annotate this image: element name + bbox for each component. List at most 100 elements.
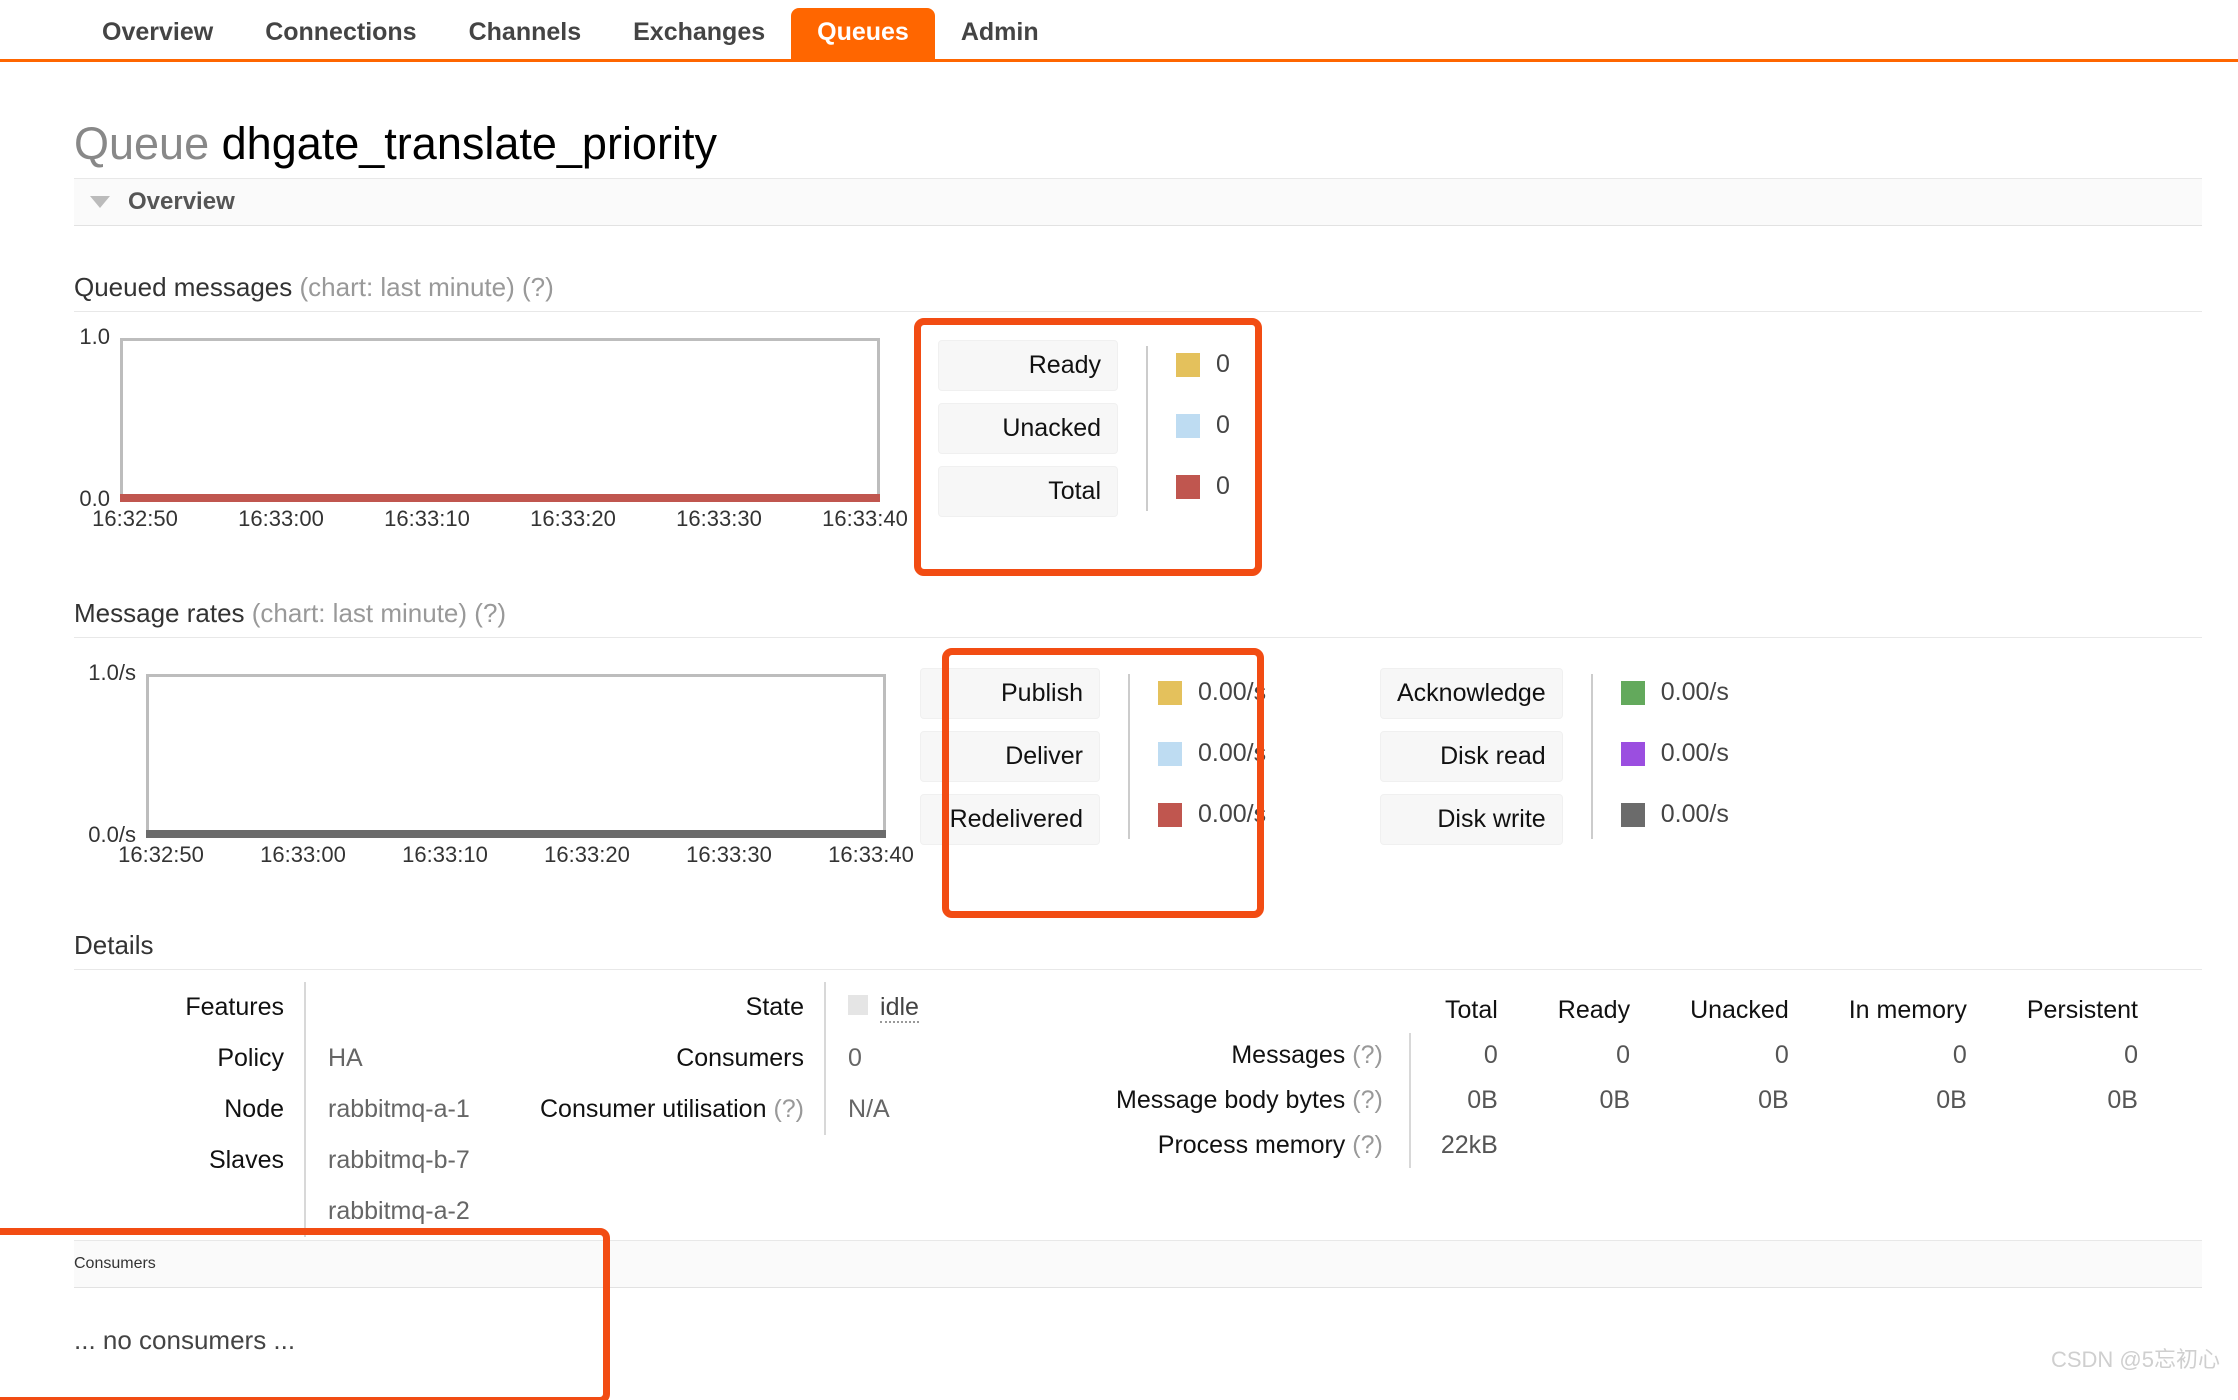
legend-value-acknowledge: 0.00/s — [1620, 668, 1729, 717]
legend-label-ready[interactable]: Ready — [938, 340, 1118, 391]
legend-divider — [1590, 674, 1593, 839]
stats-column-header: Total — [1444, 996, 1498, 1024]
nav-tab-overview[interactable]: Overview — [76, 8, 239, 59]
legend-label-unacked[interactable]: Unacked — [938, 403, 1118, 454]
legend-label-acknowledge[interactable]: Acknowledge — [1380, 668, 1563, 719]
message-rates-note: (chart: last minute) — [251, 598, 468, 628]
legend-label-disk-read[interactable]: Disk read — [1380, 731, 1563, 782]
legend-value-text: 0 — [1216, 350, 1230, 378]
legend-value-text: 0.00/s — [1198, 800, 1267, 828]
page-root: Overview Connections Channels Exchanges Queu… — [0, 0, 2238, 1400]
legend-value-disk-read: 0.00/s — [1620, 729, 1729, 778]
legend-value-text: 0.00/s — [1198, 739, 1267, 767]
queued-messages-heading: Queued messages (chart: last minute) (?) — [74, 272, 2202, 312]
consumer-utilisation-help-icon[interactable]: (?) — [773, 1095, 804, 1123]
x-tick-label: 16:32:50 — [118, 842, 204, 867]
message-rates-legend-right: Acknowledge Disk read Disk write 0.00/s 0.0… — [1380, 668, 1729, 845]
legend-divider — [1146, 346, 1148, 511]
stats-table-body: Messages (?) 0 0 0 0 0 Message body bytes (?) 0… — [1086, 1033, 2168, 1168]
message-rates-title: Message rates — [74, 598, 245, 628]
legend-value-ready: 0 — [1176, 340, 1230, 389]
nav-tab-exchanges[interactable]: Exchanges — [607, 8, 791, 59]
stats-column-header: Ready — [1557, 996, 1631, 1024]
details-value-node: rabbitmq-a-1 — [328, 1095, 470, 1123]
page-title-prefix: Queue — [74, 118, 210, 170]
stats-cell: 0B — [1936, 1086, 1967, 1114]
legend-color-swatch-icon — [1158, 741, 1182, 766]
legend-color-swatch-icon — [1176, 352, 1200, 377]
message-rates-plot-area — [146, 674, 886, 834]
stats-cell: 0B — [2107, 1086, 2138, 1114]
chevron-down-icon — [90, 196, 110, 208]
queued-messages-title: Queued messages — [74, 272, 293, 302]
x-tick-label: 16:33:30 — [686, 842, 772, 867]
details-keys-left: Features Policy Node Slaves — [74, 982, 284, 1237]
state-value: idle — [880, 993, 919, 1023]
legend-value-text: 0 — [1216, 472, 1230, 500]
stats-cell — [1660, 1123, 1819, 1168]
details-values-middle: idle 0 N/A — [826, 982, 919, 1135]
legend-label-publish[interactable]: Publish — [920, 668, 1100, 719]
legend-label-disk-write[interactable]: Disk write — [1380, 794, 1563, 845]
legend-color-swatch-icon — [1620, 680, 1645, 705]
x-tick-label: 16:33:40 — [822, 506, 908, 531]
stats-cell — [1819, 1123, 1997, 1168]
x-tick-label: 16:33:40 — [828, 842, 914, 867]
details-key-slaves: Slaves — [208, 1146, 284, 1174]
status-badge: idle — [826, 982, 919, 1033]
stats-row-help-icon[interactable]: (?) — [1352, 1131, 1383, 1159]
stats-column-header: Persistent — [2026, 996, 2138, 1024]
x-tick-label: 16:32:50 — [92, 506, 178, 531]
legend-value-text: 0.00/s — [1660, 678, 1729, 706]
nav-tab-queues[interactable]: Queues — [791, 8, 935, 59]
details-key-node: Node — [224, 1095, 284, 1123]
details-key-policy: Policy — [217, 1044, 284, 1072]
details-value-slaves-second: rabbitmq-a-2 — [328, 1197, 470, 1225]
details-column-state: State Consumers Consumer utilisation (?)… — [540, 982, 919, 1135]
stats-table: Total Ready Unacked In memory Persistent Mes… — [1086, 988, 2168, 1168]
table-row: Messages (?) 0 0 0 0 0 — [1086, 1033, 2168, 1078]
nav-tab-list: Overview Connections Channels Exchanges Queu… — [76, 8, 1065, 59]
stats-row-help-icon[interactable]: (?) — [1352, 1041, 1383, 1069]
main-navbar: Overview Connections Channels Exchanges Queu… — [0, 0, 2238, 62]
legend-value-disk-write: 0.00/s — [1620, 790, 1729, 839]
stats-cell: 0 — [1483, 1041, 1498, 1069]
queued-messages-help-icon[interactable]: (?) — [522, 272, 554, 302]
details-key-features: Features — [185, 993, 284, 1021]
section-header-overview[interactable]: Overview — [74, 178, 2202, 226]
stats-cell: 22kB — [1440, 1131, 1498, 1159]
x-tick-label: 16:33:20 — [544, 842, 630, 867]
legend-label-deliver[interactable]: Deliver — [920, 731, 1100, 782]
table-header-row: Total Ready Unacked In memory Persistent — [1086, 988, 2168, 1033]
nav-tab-connections[interactable]: Connections — [239, 8, 442, 59]
stats-row-label-text: Process memory — [1157, 1131, 1353, 1159]
nav-tab-admin[interactable]: Admin — [935, 8, 1065, 59]
no-consumers-message: ... no consumers ... — [74, 1325, 296, 1355]
page-title: Queue dhgate_translate_priority — [74, 118, 717, 170]
stats-column-header: Unacked — [1690, 996, 1789, 1024]
message-rates-help-icon[interactable]: (?) — [474, 598, 506, 628]
stats-row-label: Process memory (?) — [1086, 1123, 1411, 1168]
stats-row-help-icon[interactable]: (?) — [1352, 1086, 1383, 1114]
queue-stats-table: Total Ready Unacked In memory Persistent Mes… — [1086, 988, 2168, 1168]
table-row: Message body bytes (?) 0B 0B 0B 0B 0B — [1086, 1078, 2168, 1123]
stats-cell: 0 — [1952, 1041, 1967, 1069]
message-rates-chart: 1.0/s 0.0/s 16:32:50 16:33:00 16:33:10 16:3… — [88, 660, 914, 867]
queued-messages-x-axis-ticks: 16:32:50 16:33:00 16:33:10 16:33:20 16:33:30… — [62, 506, 938, 532]
legend-label-redelivered[interactable]: Redelivered — [920, 794, 1100, 845]
stats-cell: 0B — [1599, 1086, 1631, 1114]
queued-messages-legend-labels: Ready Unacked Total — [938, 340, 1118, 517]
legend-value-text: 0 — [1216, 411, 1230, 439]
state-key: State — [745, 993, 805, 1021]
details-keys-middle: State Consumers Consumer utilisation (?) — [540, 982, 804, 1135]
section-header-consumers[interactable]: Consumers — [74, 1240, 2202, 1288]
legend-value-text: 0.00/s — [1660, 739, 1729, 767]
x-tick-label: 16:33:20 — [530, 506, 616, 531]
stats-cell: 0 — [1774, 1041, 1789, 1069]
message-rates-left-values: 0.00/s 0.00/s 0.00/s — [1158, 668, 1266, 845]
legend-value-total: 0 — [1176, 462, 1230, 511]
legend-label-total[interactable]: Total — [938, 466, 1118, 517]
stats-row-label-text: Message body bytes — [1116, 1086, 1353, 1114]
nav-tab-channels[interactable]: Channels — [443, 8, 608, 59]
legend-value-text: 0.00/s — [1660, 800, 1729, 828]
